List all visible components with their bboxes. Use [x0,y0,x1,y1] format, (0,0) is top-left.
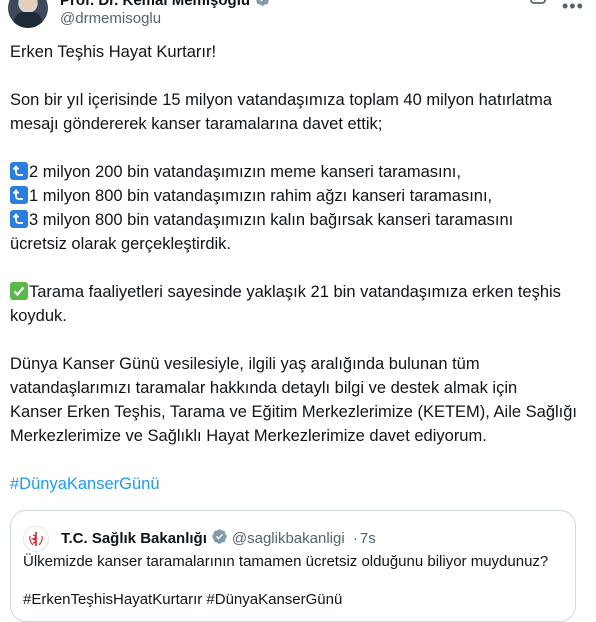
paragraph-line: vatandaşlarımızı taramalar hakkında deta… [10,379,518,397]
paragraph-line: mesajı göndererek kanser taramalarına da… [10,115,383,133]
author-handle[interactable]: @drmemisoglu [60,10,161,27]
separator-dot: · [352,530,358,547]
more-options-icon[interactable]: ••• [562,0,584,17]
list-item-text: 1 milyon 800 bin vatandaşımızın rahim ağ… [29,187,493,205]
intro-line: Erken Teşhis Hayat Kurtarır! [10,43,217,61]
author-name[interactable]: Prof. Dr. Kemal Memişoğlu [60,0,250,9]
author-avatar[interactable] [8,0,48,28]
ministry-logo-icon [23,526,49,552]
list-item: 3 milyon 800 bin vatandaşımızın kalın ba… [10,208,586,232]
quoted-author-name[interactable]: T.C. Sağlık Bakanlığı [61,530,207,547]
return-arrow-emoji [10,210,28,228]
check-mark-emoji [10,282,28,300]
return-arrow-emoji [10,162,28,180]
hashtag-link[interactable]: #DünyaKanserGünü [10,472,586,496]
check-line-text: Tarama faaliyetleri sayesinde yaklaşık 2… [29,283,561,301]
quoted-header: T.C. Sağlık Bakanlığı @saglikbakanligi · 7… [61,528,376,549]
check-line: Tarama faaliyetleri sayesinde yaklaşık 2… [10,280,586,304]
quoted-author-handle[interactable]: @saglikbakanligi [232,530,345,547]
tweet-text: Erken Teşhis Hayat Kurtarır! Son bir yıl… [10,40,586,496]
verified-badge-icon [211,528,228,549]
quoted-tweet-card[interactable]: T.C. Sağlık Bakanlığı @saglikbakanligi · 7… [10,510,576,622]
grok-icon[interactable] [528,0,548,6]
list-item: 1 milyon 800 bin vatandaşımızın rahim ağ… [10,184,586,208]
return-arrow-emoji [10,186,28,204]
paragraph-line: Merkezlerimize ve Sağlıklı Hayat Merkezl… [10,427,487,445]
check-line-text: koyduk. [10,307,67,325]
list-item-text: ücretsiz olarak gerçekleştirdik. [10,235,231,253]
list-item: 2 milyon 200 bin vatandaşımızın meme kan… [10,160,586,184]
list-item-text: 3 milyon 800 bin vatandaşımızın kalın ba… [29,211,514,229]
quoted-text: Ülkemizde kanser taramalarının tamamen ü… [23,553,549,570]
quoted-timestamp[interactable]: 7s [360,530,376,547]
paragraph-line: Son bir yıl içerisinde 15 milyon vatanda… [10,91,552,109]
paragraph-line: Dünya Kanser Günü vesilesiyle, ilgili ya… [10,355,480,373]
verified-badge-icon [254,0,271,11]
tweet-header: Prof. Dr. Kemal Memişoğlu @drmemisoglu •… [0,0,596,34]
list-item-text: 2 milyon 200 bin vatandaşımızın meme kan… [29,163,461,181]
paragraph-line: Kanser Erken Teşhis, Tarama ve Eğitim Me… [10,403,578,421]
